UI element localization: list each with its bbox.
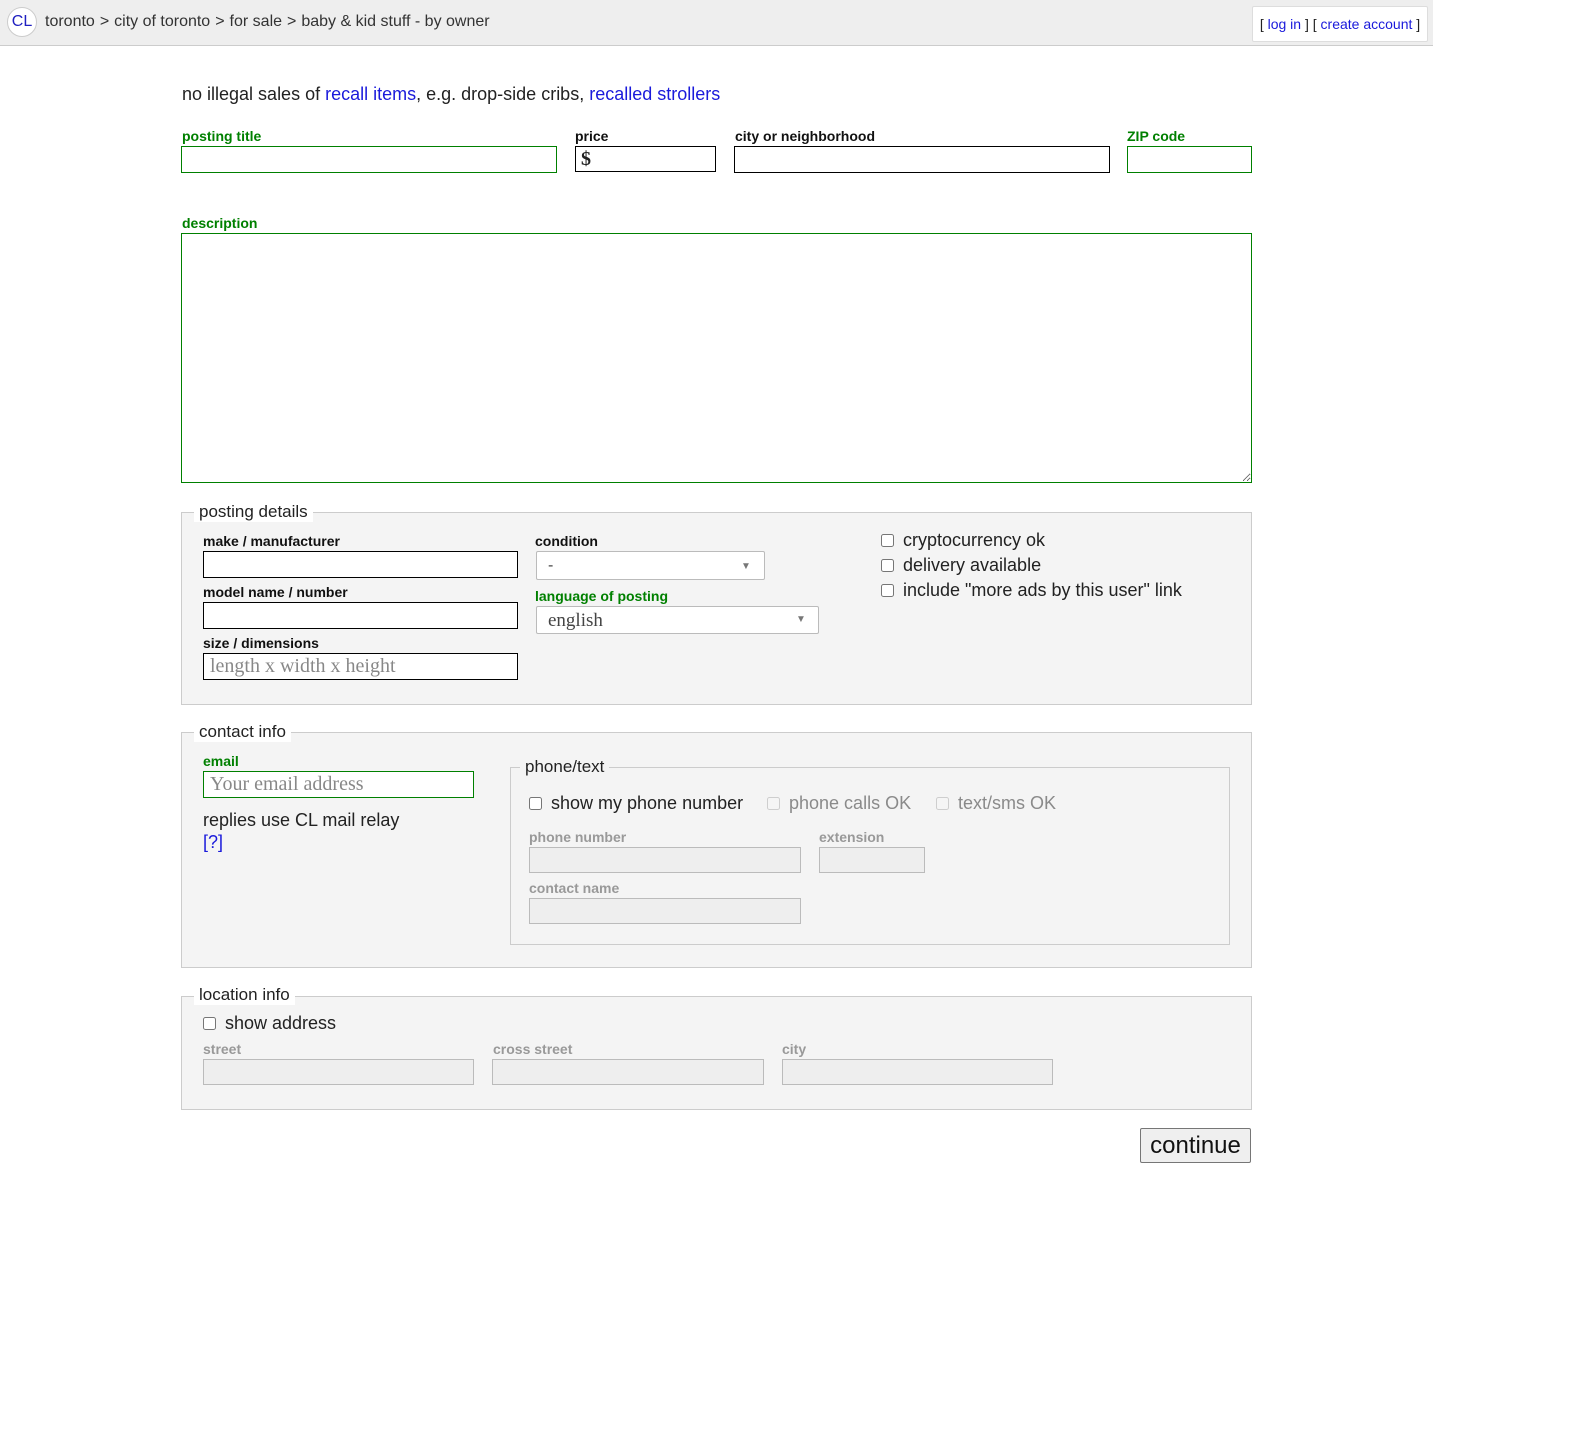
condition-value: - <box>548 557 554 574</box>
price-label: price <box>575 128 609 144</box>
price-field[interactable]: $ <box>575 146 716 172</box>
posting-details-legend: posting details <box>194 502 313 522</box>
breadcrumb: toronto > city of toronto > for sale > baby & … <box>45 13 490 31</box>
breadcrumb-category: baby & kid stuff - by owner <box>301 13 490 30</box>
text-sms-ok-checkbox <box>936 796 949 810</box>
login-link[interactable]: log in <box>1268 16 1301 32</box>
location-city-input <box>782 1059 1053 1085</box>
condition-select[interactable]: - ▼ <box>536 551 765 580</box>
breadcrumb-separator: > <box>215 13 225 30</box>
continue-button[interactable]: continue <box>1140 1128 1251 1163</box>
city-neighborhood-label: city or neighborhood <box>735 128 875 144</box>
language-select[interactable]: english ▼ <box>536 606 819 634</box>
model-name-input[interactable] <box>203 602 518 629</box>
mail-relay-text: replies use CL mail relay <box>203 810 400 830</box>
posting-title-label: posting title <box>182 128 262 144</box>
more-ads-link-label: include "more ads by this user" link <box>903 579 1182 600</box>
cross-street-label: cross street <box>493 1041 573 1057</box>
extension-label: extension <box>819 829 885 845</box>
show-phone-checkbox[interactable] <box>529 796 542 810</box>
size-dimensions-label: size / dimensions <box>203 635 319 651</box>
make-manufacturer-label: make / manufacturer <box>203 533 340 549</box>
notice-prefix: no illegal sales of <box>182 84 326 104</box>
zip-code-input[interactable] <box>1127 146 1252 173</box>
recalled-strollers-link[interactable]: recalled strollers <box>589 84 720 104</box>
email-label: email <box>203 753 239 769</box>
make-manufacturer-input[interactable] <box>203 551 518 578</box>
show-address-option[interactable]: show address <box>201 1013 336 1033</box>
description-textarea[interactable] <box>181 233 1252 483</box>
account-links: [ log in ] [ create account ] <box>1252 6 1428 42</box>
cryptocurrency-ok-label: cryptocurrency ok <box>903 529 1046 550</box>
cl-logo[interactable]: CL <box>7 7 37 37</box>
chevron-down-icon: ▼ <box>741 561 751 572</box>
bracket-open: [ <box>1259 16 1264 32</box>
city-neighborhood-input[interactable] <box>734 146 1110 173</box>
language-value: english <box>548 610 603 631</box>
notice-middle: , e.g. drop-side cribs, <box>416 84 590 104</box>
language-label: language of posting <box>535 588 668 604</box>
recall-items-link[interactable]: recall items <box>325 84 416 104</box>
mail-relay-help-link[interactable]: [?] <box>203 832 223 853</box>
breadcrumb-separator: > <box>99 13 110 30</box>
condition-label: condition <box>535 533 598 549</box>
contact-name-label: contact name <box>529 880 620 896</box>
size-dimensions-input[interactable] <box>203 653 518 680</box>
show-phone-option[interactable]: show my phone number <box>527 793 743 813</box>
create-account-link[interactable]: create account <box>1321 16 1413 32</box>
cryptocurrency-ok-checkbox[interactable] <box>881 533 894 547</box>
phone-number-input <box>529 847 801 873</box>
cross-street-input <box>492 1059 764 1085</box>
delivery-available-label: delivery available <box>903 554 1042 575</box>
recall-notice: no illegal sales of recall items, e.g. d… <box>182 84 720 105</box>
price-input[interactable] <box>596 148 711 170</box>
bracket-close: ] <box>1416 16 1421 32</box>
delivery-available-checkbox[interactable] <box>881 558 894 572</box>
phone-calls-ok-checkbox <box>767 796 780 810</box>
more-ads-link-checkbox[interactable] <box>881 583 894 597</box>
posting-title-input[interactable] <box>181 146 557 173</box>
contact-name-input <box>529 898 801 924</box>
chevron-down-icon: ▼ <box>796 614 806 625</box>
phone-number-label: phone number <box>529 829 627 845</box>
email-input[interactable] <box>203 771 474 798</box>
breadcrumb-separator: > <box>287 13 297 30</box>
top-bar: CL toronto > city of toronto > for sale > baby… <box>0 0 1433 46</box>
more-ads-link-option[interactable]: include "more ads by this user" link <box>879 580 1182 600</box>
location-city-label: city <box>782 1041 807 1057</box>
model-name-label: model name / number <box>203 584 348 600</box>
street-label: street <box>203 1041 242 1057</box>
show-address-checkbox[interactable] <box>203 1016 216 1030</box>
text-sms-ok-option: text/sms OK <box>934 793 1056 813</box>
location-info-legend: location info <box>194 985 295 1005</box>
zip-code-label: ZIP code <box>1127 128 1186 144</box>
breadcrumb-for-sale[interactable]: for sale <box>230 13 282 30</box>
breadcrumb-toronto[interactable]: toronto <box>45 13 95 30</box>
contact-info-legend: contact info <box>194 722 291 742</box>
extension-input <box>819 847 925 873</box>
bracket-middle: ] [ <box>1304 16 1317 32</box>
breadcrumb-city-of-toronto[interactable]: city of toronto <box>114 13 210 30</box>
text-sms-ok-label: text/sms OK <box>958 792 1057 813</box>
dollar-sign: $ <box>581 148 591 170</box>
phone-calls-ok-option: phone calls OK <box>765 793 911 813</box>
description-label: description <box>182 215 258 231</box>
show-address-label: show address <box>225 1012 337 1033</box>
phone-calls-ok-label: phone calls OK <box>789 792 912 813</box>
cryptocurrency-ok-option[interactable]: cryptocurrency ok <box>879 530 1045 550</box>
show-phone-label: show my phone number <box>551 792 744 813</box>
street-input <box>203 1059 474 1085</box>
location-info-section <box>181 996 1252 1110</box>
delivery-available-option[interactable]: delivery available <box>879 555 1041 575</box>
phone-text-legend: phone/text <box>520 757 610 777</box>
